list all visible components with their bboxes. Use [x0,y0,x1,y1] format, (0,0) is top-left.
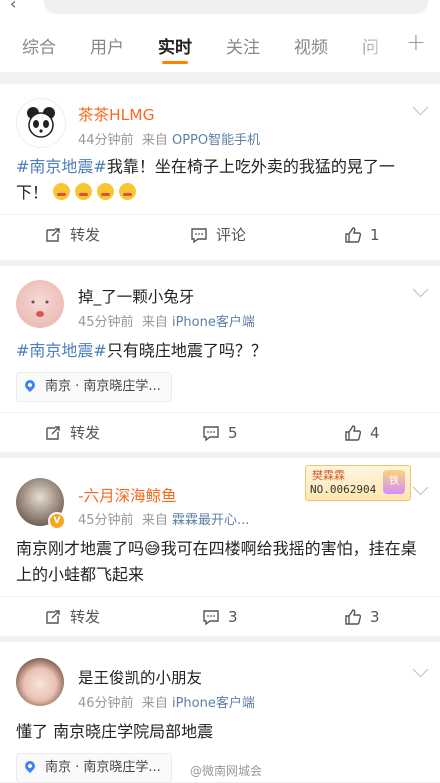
chevron-down-icon[interactable] [412,281,429,298]
location-pin-icon [22,758,38,774]
post-time: 45分钟前 [78,513,134,528]
post-time: 44分钟前 [78,133,134,148]
fan-badge[interactable]: 樊霖霖 NO.0062904 铁 [305,465,411,501]
like-icon [345,609,362,625]
action-bar: 转发 评论 1 [0,214,440,255]
post-meta: 45分钟前 来自 霖霖最开心... [78,513,250,528]
post-text: #南京地震#只有晓庄地震了吗？？ [16,341,267,360]
post-meta: 45分钟前 来自 iPhone客户端 [78,315,255,330]
hashtag-link[interactable]: #南京地震# [16,157,107,176]
emoji-icon [75,183,93,200]
username[interactable]: 掉_了一颗小兔牙 [78,285,194,307]
hashtag-link[interactable]: #南京地震# [16,341,107,360]
post-text: 南京刚才地震了吗😅我可在四楼啊给我摇的害怕，挂在桌上的小蛙都飞起来 [16,539,417,584]
back-arrow-icon[interactable]: ‹ [10,0,16,13]
avatar[interactable] [16,98,66,148]
badge-crest-icon: 铁 [383,470,405,494]
avatar[interactable] [16,658,64,706]
username[interactable]: -六月深海鲸鱼 [78,484,177,506]
post-meta: 44分钟前 来自 OPPO智能手机 [78,133,261,148]
like-count: 1 [370,226,380,244]
emoji-icon [97,183,115,200]
like-icon [345,227,362,243]
tab-realtime[interactable]: 实时 [158,33,192,58]
post-card[interactable]: 茶茶HLMG 44分钟前 来自 OPPO智能手机 #南京地震#我靠！坐在椅子上吃… [0,84,440,260]
comment-icon [203,426,219,442]
emoji-icon [119,183,137,200]
add-tab-icon[interactable]: + [406,28,426,56]
tab-video[interactable]: 视频 [294,33,328,58]
tab-users[interactable]: 用户 [90,33,124,58]
comment-count: 3 [228,608,238,626]
watermark: @微南网城会 [190,764,263,778]
comment-icon [191,228,207,244]
comment-icon [203,610,219,626]
avatar[interactable] [16,280,64,328]
post-text: #南京地震#我靠！坐在椅子上吃外卖的我猛的晃了一下！ [16,157,395,202]
top-bar: ‹ [0,0,440,18]
post-source[interactable]: 霖霖最开心... [172,513,249,528]
location-tag[interactable]: 南京 · 南京晓庄学... [16,753,172,783]
verified-badge-icon: V [48,512,66,530]
like-count: 3 [370,608,380,626]
post-source[interactable]: OPPO智能手机 [172,133,260,148]
chevron-down-icon[interactable] [412,99,429,116]
like-icon [345,425,362,441]
location-pin-icon [22,377,38,393]
tab-following[interactable]: 关注 [226,33,260,58]
search-input[interactable] [44,0,428,14]
tab-bar: 综合 用户 实时 关注 视频 问 + [0,18,440,72]
tab-comprehensive[interactable]: 综合 [22,33,56,58]
repost-icon [46,426,60,440]
action-bar: 转发 5 4 [0,412,440,453]
emoji-icon [53,183,71,200]
post-time: 45分钟前 [78,315,134,330]
post-card[interactable]: 掉_了一颗小兔牙 45分钟前 来自 iPhone客户端 #南京地震#只有晓庄地震… [0,266,440,452]
action-bar: 转发 3 3 [0,596,440,637]
post-time: 46分钟前 [78,696,134,711]
repost-icon [46,610,60,624]
post-source[interactable]: iPhone客户端 [172,315,255,330]
comment-count: 5 [228,424,238,442]
username[interactable]: 茶茶HLMG [78,103,155,125]
post-card[interactable]: 是王俊凯的小朋友 46分钟前 来自 iPhone客户端 懂了 南京晓庄学院局部地… [0,642,440,783]
username[interactable]: 是王俊凯的小朋友 [78,666,202,688]
post-text: 懂了 南京晓庄学院局部地震 [16,722,214,741]
location-tag[interactable]: 南京 · 南京晓庄学... [16,372,172,402]
repost-icon [46,228,60,242]
chevron-down-icon[interactable] [412,479,429,496]
like-count: 4 [370,424,380,442]
post-source[interactable]: iPhone客户端 [172,696,255,711]
chevron-down-icon[interactable] [412,661,429,678]
post-meta: 46分钟前 来自 iPhone客户端 [78,696,255,711]
active-tab-indicator [162,61,188,64]
